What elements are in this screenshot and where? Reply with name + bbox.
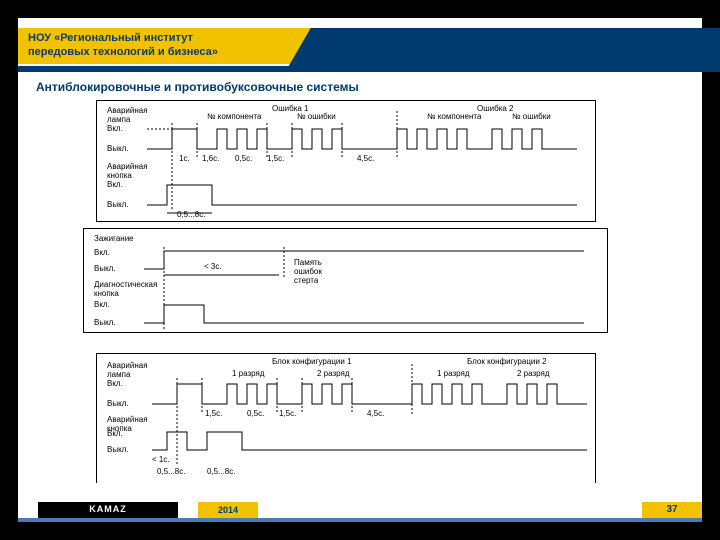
svg-text:Вкл.: Вкл.	[94, 300, 110, 309]
svg-text:0,5с.: 0,5с.	[235, 154, 252, 163]
label: Аварийнаялампа	[107, 106, 148, 124]
svg-text:№ ошибки: № ошибки	[297, 112, 336, 121]
svg-text:Диагностическаякнопка: Диагностическаякнопка	[94, 280, 157, 298]
svg-text:0,5с.: 0,5с.	[247, 409, 264, 418]
svg-text:Вкл.: Вкл.	[107, 180, 123, 189]
timing-diagram-3: Аварийнаялампа Вкл. Выкл. Аварийнаякнопк…	[96, 353, 596, 483]
label: Аварийнаякнопка	[107, 162, 148, 180]
svg-text:4,5с.: 4,5с.	[357, 154, 374, 163]
svg-text:№ компонента: № компонента	[207, 112, 262, 121]
institute-title: НОУ «Региональный институт передовых тех…	[18, 28, 338, 64]
svg-text:Вкл.: Вкл.	[107, 429, 123, 438]
timing-diagram-2: Зажигание Вкл. Выкл. Диагностическаякноп…	[83, 228, 608, 333]
svg-text:Аварийнаялампа: Аварийнаялампа	[107, 361, 148, 379]
page-number: 37	[642, 502, 702, 518]
svg-text:Выкл.: Выкл.	[107, 144, 129, 153]
year-badge: 2014	[198, 502, 258, 518]
institute-l1: НОУ «Региональный институт	[28, 31, 328, 45]
svg-text:Блок конфигурации 1: Блок конфигурации 1	[272, 357, 352, 366]
svg-text:1с.: 1с.	[179, 154, 190, 163]
svg-text:1,5с.: 1,5с.	[205, 409, 222, 418]
svg-text:Выкл.: Выкл.	[94, 264, 116, 273]
svg-text:0,5...8с.: 0,5...8с.	[207, 467, 235, 476]
svg-text:Выкл.: Выкл.	[107, 445, 129, 454]
svg-text:< 1с.: < 1с.	[152, 455, 170, 464]
svg-text:< 3с.: < 3с.	[204, 262, 222, 271]
footer: KAMAZ 2014 37	[18, 502, 702, 522]
svg-text:Выкл.: Выкл.	[107, 399, 129, 408]
svg-text:1,5с.: 1,5с.	[267, 154, 284, 163]
svg-text:1 разряд: 1 разряд	[437, 369, 470, 378]
svg-text:Вкл.: Вкл.	[107, 379, 123, 388]
svg-text:№ ошибки: № ошибки	[512, 112, 551, 121]
svg-text:Выкл.: Выкл.	[94, 318, 116, 327]
svg-text:1,6с.: 1,6с.	[202, 154, 219, 163]
svg-text:Вкл.: Вкл.	[107, 124, 123, 133]
svg-text:2 разряд: 2 разряд	[517, 369, 550, 378]
svg-text:№ компонента: № компонента	[427, 112, 482, 121]
svg-text:Блок конфигурации 2: Блок конфигурации 2	[467, 357, 547, 366]
svg-text:Ошибка 2: Ошибка 2	[477, 104, 514, 113]
svg-text:1,5с.: 1,5с.	[279, 409, 296, 418]
svg-text:1 разряд: 1 разряд	[232, 369, 265, 378]
svg-text:4,5с.: 4,5с.	[367, 409, 384, 418]
svg-text:Выкл.: Выкл.	[107, 200, 129, 209]
header-blue-bar	[18, 66, 702, 72]
institute-l2: передовых технологий и бизнеса»	[28, 45, 328, 59]
svg-text:0,5...8с.: 0,5...8с.	[177, 210, 205, 219]
svg-text:0,5...8с.: 0,5...8с.	[157, 467, 185, 476]
page-subtitle: Антиблокировочные и противобуксовочные с…	[36, 80, 359, 94]
svg-text:Памятьошибокстерта: Памятьошибокстерта	[294, 258, 322, 285]
logo: KAMAZ	[38, 502, 178, 518]
svg-text:2 разряд: 2 разряд	[317, 369, 350, 378]
timing-diagram-1: Аварийнаялампа Вкл. Выкл. Аварийнаякнопк…	[96, 100, 596, 222]
svg-text:Зажигание: Зажигание	[94, 234, 134, 243]
svg-text:Вкл.: Вкл.	[94, 248, 110, 257]
